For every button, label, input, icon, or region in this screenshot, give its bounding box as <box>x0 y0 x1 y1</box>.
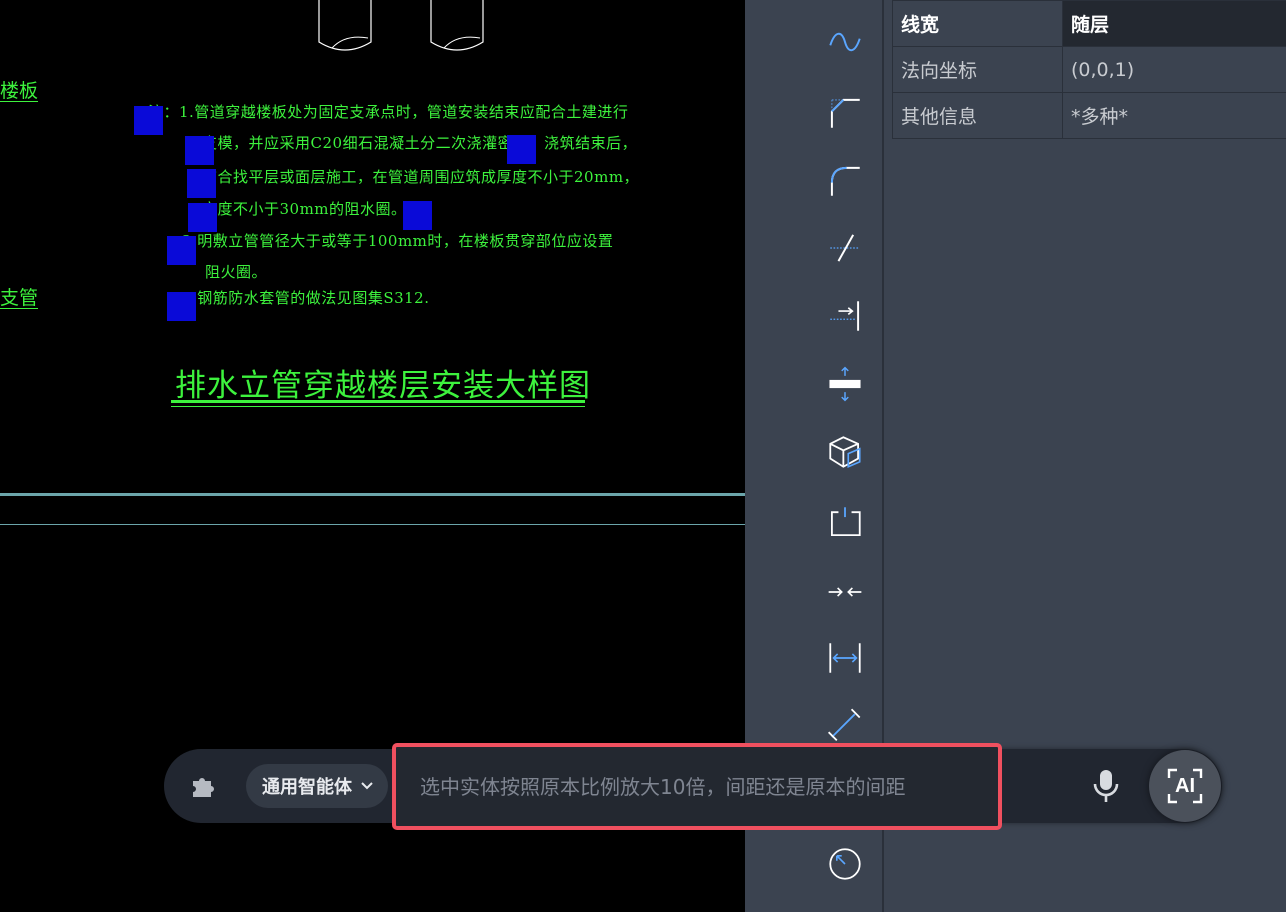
note-line-6: 阻火圈。 <box>205 263 268 281</box>
property-value[interactable]: 随层 <box>1062 0 1286 47</box>
property-value[interactable]: *多种* <box>1062 92 1286 139</box>
note-line-7: 3.钢筋防水套管的做法见图集S312. <box>182 289 430 307</box>
offset-icon[interactable] <box>827 366 863 402</box>
chamfer-icon[interactable] <box>827 95 863 131</box>
property-row-other[interactable]: 其他信息 *多种* <box>892 92 1286 139</box>
agent-select[interactable]: 通用智能体 <box>246 764 388 808</box>
note-line-4: 宽度不小于30mm的阻水圈。 <box>202 200 407 218</box>
title-underline-thin <box>171 406 585 407</box>
label-floor-slab: 楼板 <box>0 80 39 102</box>
selection-grip[interactable] <box>167 292 196 321</box>
note-line-1: 注：1.管道穿越楼板处为固定支承点时，管道安装结束应配合土建进行 <box>148 103 629 121</box>
fillet-icon[interactable] <box>827 163 863 199</box>
selection-grip[interactable] <box>188 203 217 232</box>
stretch-icon[interactable] <box>827 504 863 540</box>
label-branch-pipe: 支管 <box>0 287 39 309</box>
mic-button[interactable] <box>1088 767 1124 805</box>
spline-icon[interactable] <box>827 24 863 60</box>
prompt-box <box>392 743 1002 830</box>
prompt-input[interactable] <box>418 767 992 807</box>
border-line <box>0 493 745 496</box>
chevron-down-icon <box>361 782 373 790</box>
ai-scan-icon <box>1167 768 1203 804</box>
selection-grip[interactable] <box>187 169 216 198</box>
join-icon[interactable] <box>827 574 863 610</box>
property-value[interactable]: (0,0,1) <box>1062 46 1286 93</box>
drawing-title: 排水立管穿越楼层安装大样图 <box>175 368 591 404</box>
ai-button[interactable]: AI <box>1149 750 1221 822</box>
agent-select-label: 通用智能体 <box>262 777 352 798</box>
note-line-3: 结合找平层或面层施工，在管道周围应筑成厚度不小于20mm， <box>202 168 640 186</box>
dimension-linear-icon[interactable] <box>827 640 863 676</box>
property-key: 法向坐标 <box>892 46 1063 93</box>
title-underline-thick <box>171 400 585 403</box>
properties-table: 线宽 随层 法向坐标 (0,0,1) 其他信息 *多种* <box>892 0 1286 139</box>
property-row-normal[interactable]: 法向坐标 (0,0,1) <box>892 46 1286 93</box>
selection-grip[interactable] <box>507 135 536 164</box>
selection-grip[interactable] <box>167 236 196 265</box>
property-key: 线宽 <box>892 0 1063 47</box>
microphone-icon <box>1093 770 1119 802</box>
dimension-radius-icon[interactable] <box>827 846 863 882</box>
property-row-lineweight[interactable]: 线宽 随层 <box>892 0 1286 47</box>
ai-assistant-bar: 通用智能体 AI <box>164 743 1222 830</box>
puzzle-icon <box>193 778 214 797</box>
property-key: 其他信息 <box>892 92 1063 139</box>
extend-icon[interactable] <box>827 298 863 334</box>
border-line <box>0 524 745 525</box>
3d-box-icon[interactable] <box>827 434 863 470</box>
break-icon[interactable] <box>827 230 863 266</box>
note-line-5: 2.明敷立管管径大于或等于100mm时，在楼板贯穿部位应设置 <box>182 232 614 250</box>
dimension-aligned-icon[interactable] <box>827 706 863 742</box>
plugin-button[interactable] <box>186 769 220 803</box>
selection-grip[interactable] <box>185 136 214 165</box>
note-line-2: 支模，并应采用C20细石混凝土分二次浇灌密实。浇筑结束后， <box>202 134 638 152</box>
pipe-drawing <box>318 0 484 51</box>
selection-grip[interactable] <box>403 201 432 230</box>
selection-grip[interactable] <box>134 106 163 135</box>
